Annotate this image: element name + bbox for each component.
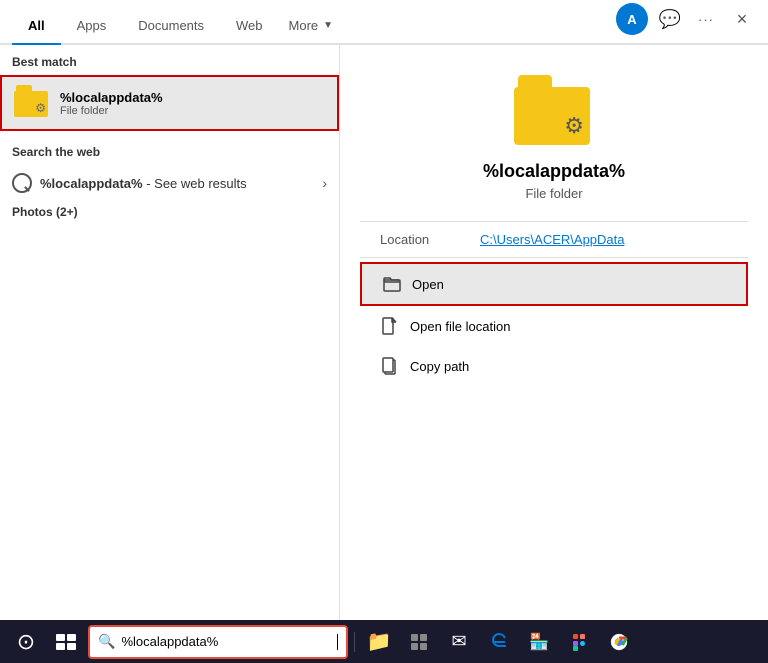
edge-button[interactable] — [481, 624, 517, 660]
location-label: Location — [380, 232, 480, 247]
right-folder-icon: ⚙ — [514, 75, 594, 145]
explorer-button[interactable]: 📁 — [361, 624, 397, 660]
right-item-type: File folder — [525, 186, 582, 201]
search-window: All Apps Documents Web More ▼ A 💬 ··· × — [0, 0, 768, 620]
tab-all[interactable]: All — [12, 10, 61, 43]
best-match-name: %localappdata% — [60, 90, 163, 105]
gear-icon: ⚙ — [35, 101, 46, 115]
taskbar-cursor — [337, 634, 338, 650]
figma-button[interactable] — [561, 624, 597, 660]
copy-icon — [380, 356, 400, 376]
open-file-location-action[interactable]: Open file location — [360, 306, 748, 346]
best-match-item[interactable]: ⚙ %localappdata% File folder — [0, 75, 339, 131]
search-web-arrow-icon: › — [322, 175, 327, 191]
taskbar-app-1[interactable] — [401, 624, 437, 660]
taskbar-search-input[interactable]: %localappdata% — [121, 634, 331, 649]
main-content: Best match ⚙ %localappdata% File folder — [0, 45, 768, 620]
location-row: Location C:\Users\ACER\AppData — [360, 221, 748, 258]
taskbar-divider — [354, 632, 355, 652]
close-button[interactable]: × — [728, 5, 756, 33]
taskbar-search-box[interactable]: 🔍 %localappdata% — [88, 625, 348, 659]
folder-icon: ⚙ — [14, 85, 50, 121]
store-button[interactable]: 🏪 — [521, 624, 557, 660]
cortana-button[interactable]: ⊙ — [8, 624, 44, 660]
tab-documents[interactable]: Documents — [122, 10, 220, 43]
tab-apps[interactable]: Apps — [61, 10, 123, 43]
user-avatar[interactable]: A — [616, 3, 648, 35]
mail-button[interactable]: ✉ — [441, 624, 477, 660]
taskbar-search-icon: 🔍 — [98, 633, 115, 650]
copy-path-action[interactable]: Copy path — [360, 346, 748, 386]
taskbar: ⊙ 🔍 %localappdata% 📁 ✉ 🏪 — [0, 620, 768, 663]
copy-path-label: Copy path — [410, 359, 469, 374]
open-file-location-label: Open file location — [410, 319, 510, 334]
chrome-button[interactable] — [601, 624, 637, 660]
task-view-button[interactable] — [48, 624, 84, 660]
search-web-text: %localappdata% - See web results — [40, 176, 247, 191]
open-action[interactable]: Open — [360, 262, 748, 306]
photos-title: Photos (2+) — [12, 205, 327, 219]
photos-section: Photos (2+) — [0, 201, 339, 227]
location-path[interactable]: C:\Users\ACER\AppData — [480, 232, 625, 247]
best-match-text: %localappdata% File folder — [60, 90, 163, 117]
tab-more[interactable]: More ▼ — [279, 10, 344, 43]
search-icon — [12, 173, 32, 193]
nav-bar: All Apps Documents Web More ▼ A 💬 ··· × — [0, 0, 768, 45]
file-location-icon — [380, 316, 400, 336]
left-panel: Best match ⚙ %localappdata% File folder — [0, 45, 340, 620]
more-chevron-icon: ▼ — [323, 20, 333, 31]
open-action-label: Open — [412, 277, 444, 292]
best-match-title: Best match — [0, 45, 339, 75]
best-match-type: File folder — [60, 105, 163, 117]
search-web-title: Search the web — [0, 135, 339, 165]
right-gear-icon: ⚙ — [564, 113, 584, 139]
ellipsis-button[interactable]: ··· — [692, 5, 720, 33]
right-panel: ⚙ %localappdata% File folder Location C:… — [340, 45, 768, 620]
search-web-item[interactable]: %localappdata% - See web results › — [0, 165, 339, 201]
tab-web[interactable]: Web — [220, 10, 279, 43]
open-folder-icon — [382, 274, 402, 294]
nav-right-controls: A 💬 ··· × — [616, 3, 756, 43]
action-list: Open Open file location — [360, 262, 748, 386]
feedback-icon[interactable]: 💬 — [656, 5, 684, 33]
right-item-name: %localappdata% — [483, 161, 625, 182]
